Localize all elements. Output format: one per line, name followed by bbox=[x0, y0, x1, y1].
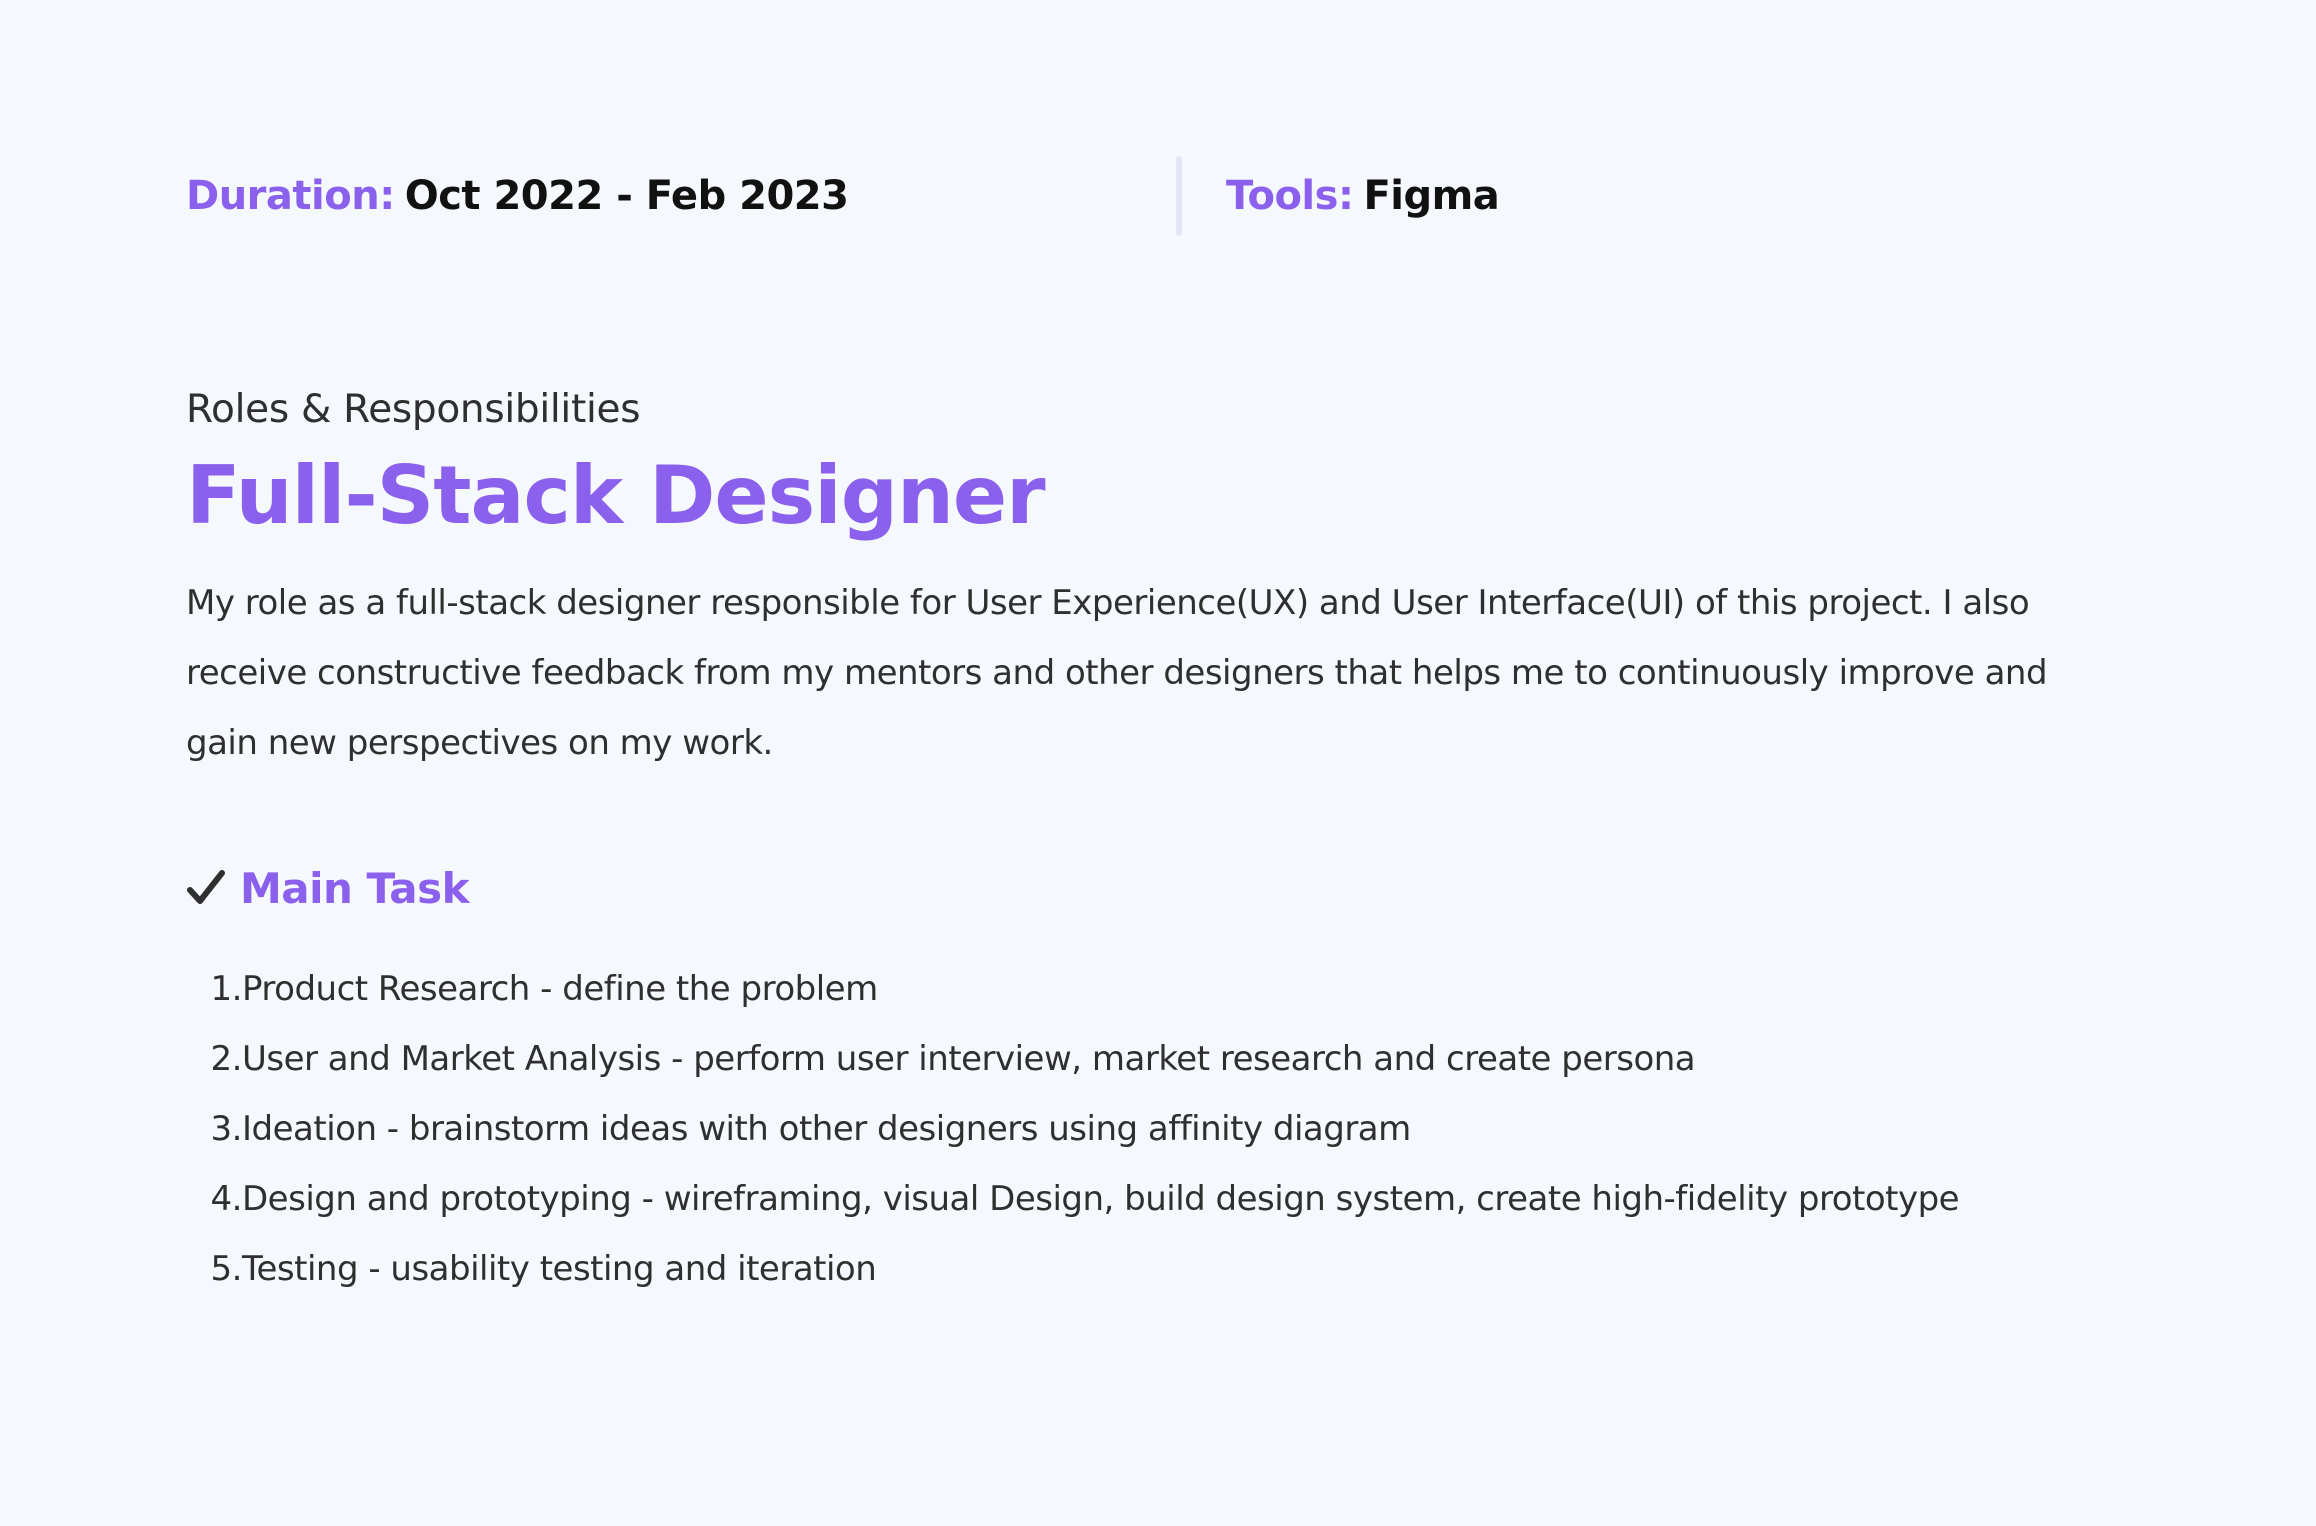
tools-label: Tools: bbox=[1226, 173, 1354, 219]
roles-section: Roles & Responsibilities Full-Stack Desi… bbox=[186, 380, 2136, 1320]
check-icon bbox=[186, 868, 226, 908]
list-item-number: 2. bbox=[210, 1039, 243, 1079]
list-item: 5. Testing - usability testing and iterat… bbox=[186, 1234, 2106, 1304]
tools-meta: Tools: Figma bbox=[1226, 156, 1500, 236]
list-item-number: 1. bbox=[210, 969, 243, 1009]
list-item-number: 4. bbox=[210, 1179, 243, 1219]
meta-divider bbox=[1176, 156, 1182, 236]
list-item: 3. Ideation - brainstorm ideas with other… bbox=[186, 1094, 2106, 1164]
list-item: 4. Design and prototyping - wireframing, … bbox=[186, 1164, 2106, 1234]
section-eyebrow: Roles & Responsibilities bbox=[186, 387, 641, 432]
list-item-text: User and Market Analysis - perform user … bbox=[242, 1039, 1696, 1079]
list-item: 1. Product Research - define the problem bbox=[186, 954, 2106, 1024]
main-task-list: 1. Product Research - define the problem 2… bbox=[186, 954, 2106, 1304]
main-task-label: Main Task bbox=[240, 863, 470, 913]
duration-label: Duration: bbox=[186, 173, 395, 219]
list-item-text: Design and prototyping - wireframing, vi… bbox=[242, 1179, 1960, 1219]
main-task-heading: Main Task bbox=[186, 858, 2136, 918]
list-item-text: Ideation - brainstorm ideas with other d… bbox=[242, 1109, 1411, 1149]
list-item-text: Testing - usability testing and iteratio… bbox=[242, 1249, 877, 1289]
section-description: My role as a full-stack designer respons… bbox=[186, 583, 2048, 763]
duration-meta: Duration: Oct 2022 - Feb 2023 bbox=[186, 156, 849, 236]
section-title: Full-Stack Designer bbox=[186, 449, 1046, 542]
list-item: 2. User and Market Analysis - perform use… bbox=[186, 1024, 2106, 1094]
tools-value: Figma bbox=[1363, 173, 1500, 219]
project-meta-bar: Duration: Oct 2022 - Feb 2023 Tools: Fig… bbox=[186, 156, 2136, 236]
list-item-number: 3. bbox=[210, 1109, 243, 1149]
list-item-text: Product Research - define the problem bbox=[242, 969, 878, 1009]
list-item-number: 5. bbox=[210, 1249, 243, 1289]
duration-value: Oct 2022 - Feb 2023 bbox=[404, 173, 849, 219]
